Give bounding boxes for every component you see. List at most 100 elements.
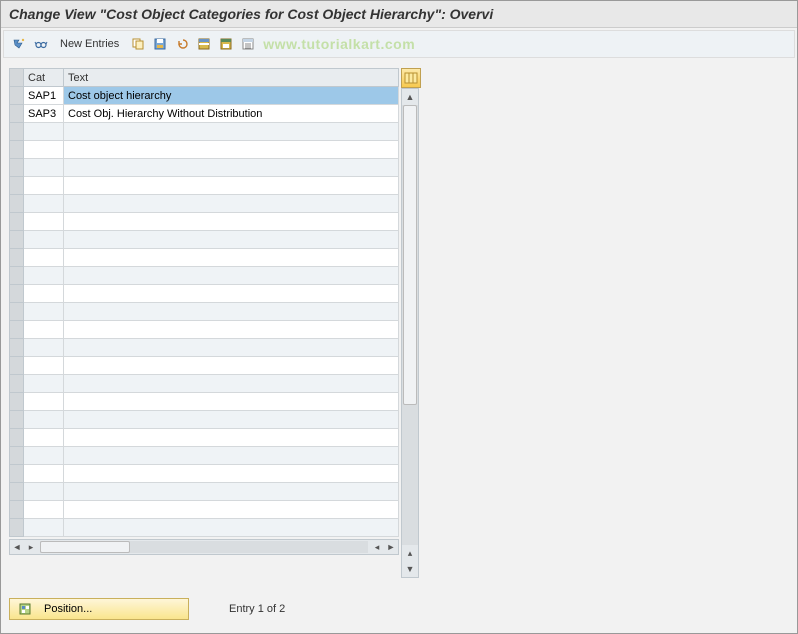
- table-row-empty[interactable]: [10, 195, 399, 213]
- row-handle[interactable]: [10, 195, 24, 213]
- table-row-empty[interactable]: [10, 321, 399, 339]
- cell-text[interactable]: [64, 339, 399, 357]
- row-handle[interactable]: [10, 177, 24, 195]
- configure-columns-button[interactable]: [401, 68, 421, 88]
- row-handle[interactable]: [10, 267, 24, 285]
- table-row-empty[interactable]: [10, 285, 399, 303]
- table-row-empty[interactable]: [10, 501, 399, 519]
- cell-text[interactable]: [64, 159, 399, 177]
- table-row[interactable]: SAP3Cost Obj. Hierarchy Without Distribu…: [10, 105, 399, 123]
- horizontal-scrollbar[interactable]: ◄ ▸ ◂ ►: [9, 539, 399, 555]
- row-handle[interactable]: [10, 339, 24, 357]
- cell-cat[interactable]: [24, 411, 64, 429]
- cell-cat[interactable]: [24, 195, 64, 213]
- table-row-empty[interactable]: [10, 465, 399, 483]
- table-row-empty[interactable]: [10, 375, 399, 393]
- row-handle[interactable]: [10, 321, 24, 339]
- row-handle[interactable]: [10, 393, 24, 411]
- table-row-empty[interactable]: [10, 123, 399, 141]
- vertical-scrollbar[interactable]: ▲ ▴ ▼: [401, 88, 419, 578]
- scroll-first-icon[interactable]: ◄: [10, 542, 24, 553]
- cell-text[interactable]: [64, 195, 399, 213]
- cell-text[interactable]: [64, 483, 399, 501]
- row-handle[interactable]: [10, 429, 24, 447]
- row-handle[interactable]: [10, 123, 24, 141]
- cell-text[interactable]: Cost object hierarchy: [64, 87, 399, 105]
- cell-text[interactable]: [64, 465, 399, 483]
- cell-cat[interactable]: SAP3: [24, 105, 64, 123]
- row-handle[interactable]: [10, 141, 24, 159]
- cell-text[interactable]: [64, 321, 399, 339]
- cell-cat[interactable]: [24, 303, 64, 321]
- cell-text[interactable]: [64, 393, 399, 411]
- display-icon[interactable]: [32, 35, 50, 53]
- row-handle[interactable]: [10, 231, 24, 249]
- scroll-up-icon[interactable]: ▲: [402, 89, 418, 105]
- cell-cat[interactable]: SAP1: [24, 87, 64, 105]
- cell-text[interactable]: [64, 213, 399, 231]
- row-handle[interactable]: [10, 375, 24, 393]
- row-selector-header[interactable]: [10, 69, 24, 87]
- scroll-left-icon[interactable]: ▸: [24, 542, 38, 553]
- cell-text[interactable]: [64, 267, 399, 285]
- cell-text[interactable]: [64, 519, 399, 537]
- cell-text[interactable]: [64, 141, 399, 159]
- row-handle[interactable]: [10, 447, 24, 465]
- table-row-empty[interactable]: [10, 267, 399, 285]
- scroll-right-icon[interactable]: ◂: [370, 542, 384, 553]
- table-row-empty[interactable]: [10, 249, 399, 267]
- row-handle[interactable]: [10, 519, 24, 537]
- cell-text[interactable]: [64, 429, 399, 447]
- table-row-empty[interactable]: [10, 213, 399, 231]
- cell-cat[interactable]: [24, 519, 64, 537]
- scroll-down-small-icon[interactable]: ▴: [402, 545, 418, 561]
- scroll-last-icon[interactable]: ►: [384, 542, 398, 553]
- cell-cat[interactable]: [24, 357, 64, 375]
- cell-cat[interactable]: [24, 267, 64, 285]
- cell-text[interactable]: [64, 411, 399, 429]
- copy-icon[interactable]: [129, 35, 147, 53]
- row-handle[interactable]: [10, 213, 24, 231]
- row-handle[interactable]: [10, 87, 24, 105]
- table-row-empty[interactable]: [10, 177, 399, 195]
- cell-cat[interactable]: [24, 483, 64, 501]
- hscroll-track[interactable]: [40, 541, 368, 553]
- cell-cat[interactable]: [24, 159, 64, 177]
- cell-cat[interactable]: [24, 177, 64, 195]
- cell-text[interactable]: [64, 285, 399, 303]
- cell-cat[interactable]: [24, 321, 64, 339]
- cell-text[interactable]: [64, 177, 399, 195]
- column-header-text[interactable]: Text: [64, 69, 399, 87]
- cell-cat[interactable]: [24, 465, 64, 483]
- cell-text[interactable]: [64, 357, 399, 375]
- select-all-icon[interactable]: [195, 35, 213, 53]
- row-handle[interactable]: [10, 483, 24, 501]
- row-handle[interactable]: [10, 465, 24, 483]
- new-entries-button[interactable]: New Entries: [54, 36, 125, 52]
- row-handle[interactable]: [10, 285, 24, 303]
- cell-text[interactable]: [64, 447, 399, 465]
- cell-cat[interactable]: [24, 447, 64, 465]
- save-icon[interactable]: [217, 35, 235, 53]
- table-row-empty[interactable]: [10, 411, 399, 429]
- table-row-empty[interactable]: [10, 159, 399, 177]
- undo-icon[interactable]: [173, 35, 191, 53]
- cell-text[interactable]: [64, 123, 399, 141]
- cell-cat[interactable]: [24, 501, 64, 519]
- cell-cat[interactable]: [24, 429, 64, 447]
- cell-cat[interactable]: [24, 231, 64, 249]
- cell-cat[interactable]: [24, 141, 64, 159]
- table-row-empty[interactable]: [10, 483, 399, 501]
- row-handle[interactable]: [10, 159, 24, 177]
- save-variant-icon[interactable]: [151, 35, 169, 53]
- cell-cat[interactable]: [24, 285, 64, 303]
- table-row[interactable]: SAP1Cost object hierarchy: [10, 87, 399, 105]
- table-row-empty[interactable]: [10, 231, 399, 249]
- row-handle[interactable]: [10, 411, 24, 429]
- cell-cat[interactable]: [24, 123, 64, 141]
- table-row-empty[interactable]: [10, 303, 399, 321]
- cell-text[interactable]: [64, 303, 399, 321]
- toggle-display-icon[interactable]: [10, 35, 28, 53]
- row-handle[interactable]: [10, 501, 24, 519]
- row-handle[interactable]: [10, 303, 24, 321]
